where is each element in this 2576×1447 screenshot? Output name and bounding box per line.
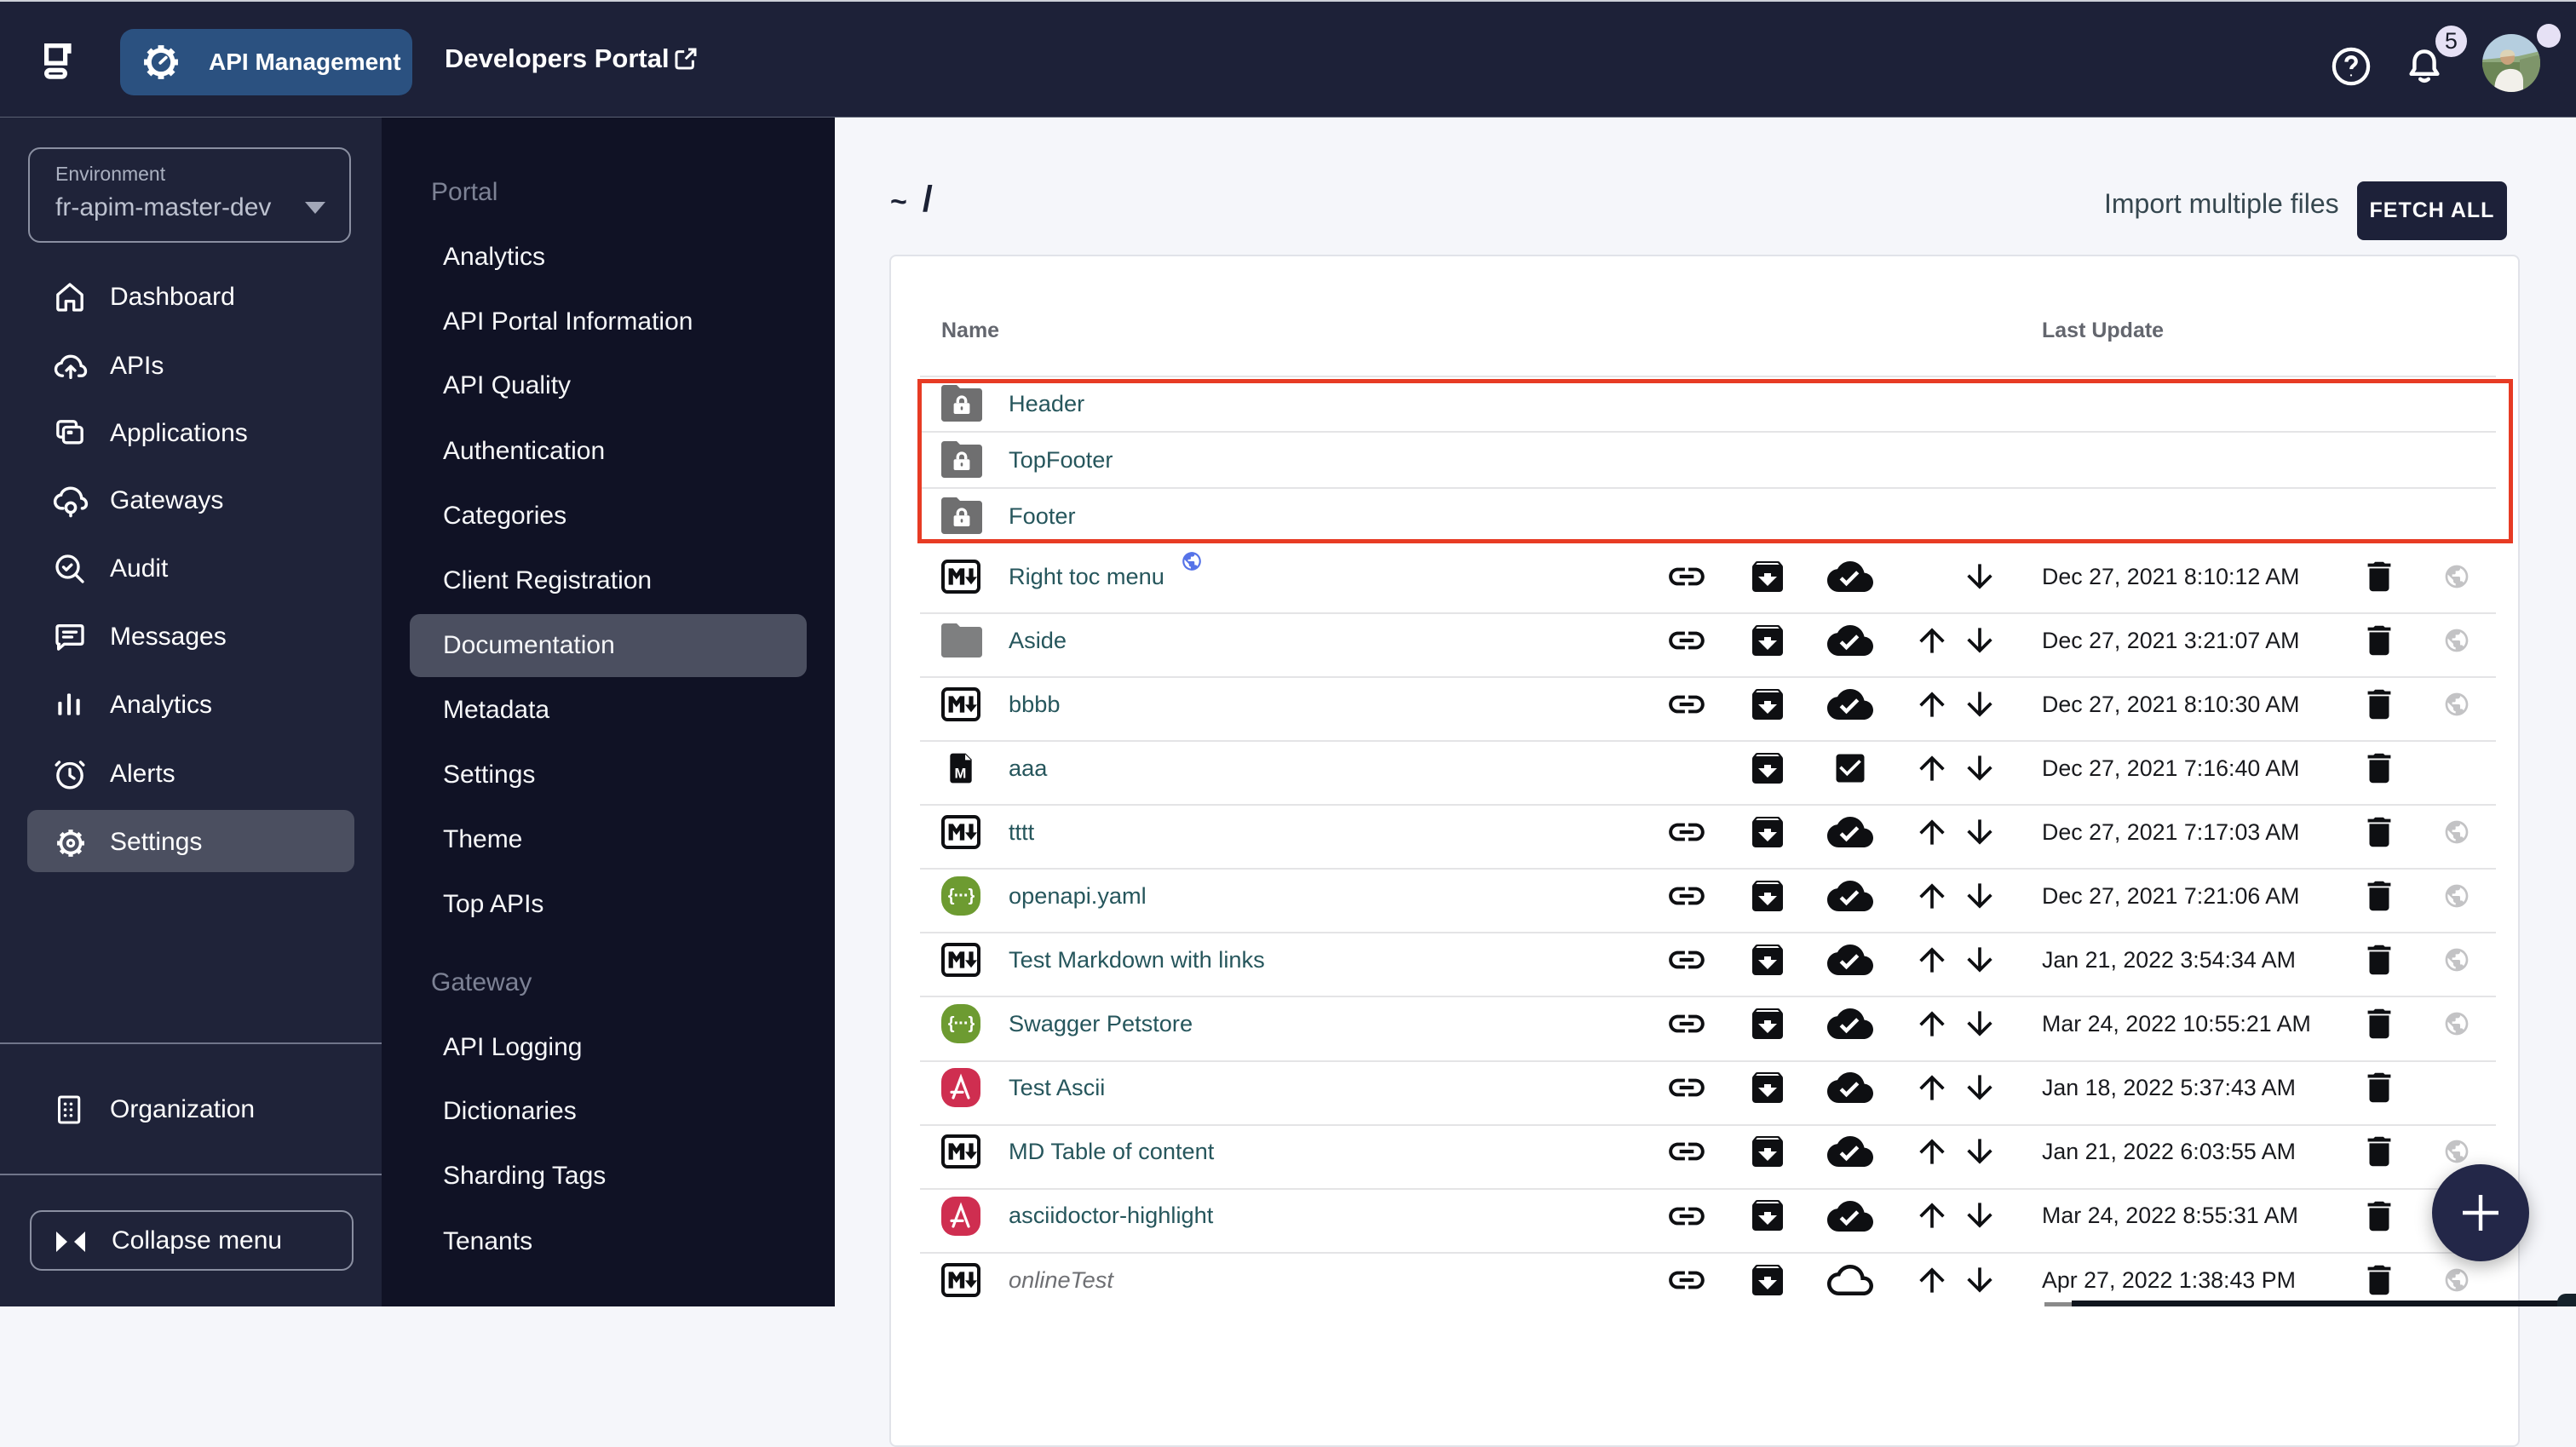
svg-text:5: 5 (2445, 28, 2458, 54)
